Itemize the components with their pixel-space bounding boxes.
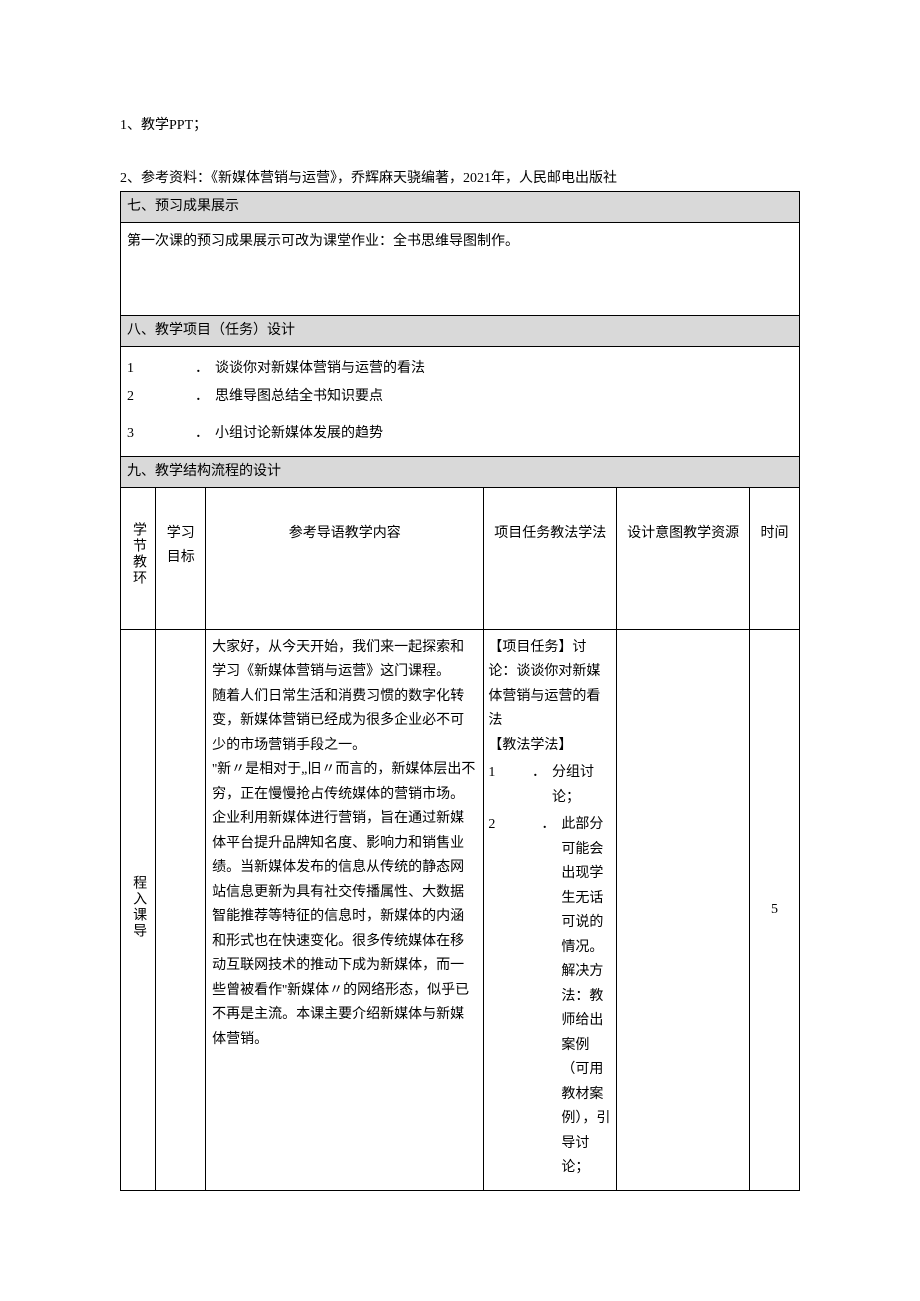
grid-header-method: 项目任务教法学法 [484,487,617,629]
section-8-body: 1 ． 谈谈你对新媒体营销与运营的看法 2 ． 思维导图总结全书知识要点 3 ．… [121,346,800,456]
method-task: 【项目任务】讨论：谈谈你对新媒体营销与运营的看法 [488,636,612,734]
list-text: 分组讨论； [552,761,612,810]
grid-row-method: 【项目任务】讨论：谈谈你对新媒体营销与运营的看法 【教法学法】 1 ． 分组讨论… [484,629,617,1190]
list-dot: ． [139,356,215,381]
list-item: 2 ． 此部分可能会出现学生无话可说的情况。解决方法：教师给出案例（可用教材案例… [488,813,612,1181]
list-item: 2 ． 思维导图总结全书知识要点 [127,384,793,409]
list-dot: ． [500,813,561,1181]
grid-header-time: 时间 [750,487,800,629]
main-table: 七、预习成果展示 第一次课的预习成果展示可改为课堂作业：全书思维导图制作。 八、… [120,191,800,1191]
page-container: 1、教学PPT； 2、参考资料：《新媒体营销与运营》，乔辉麻天骁编著，2021年… [0,0,920,1241]
list-item: 1 ． 谈谈你对新媒体营销与运营的看法 [127,356,793,381]
list-item: 1 ． 分组讨论； [488,761,612,810]
grid-row-goal [156,629,206,1190]
list-text: 此部分可能会出现学生无话可说的情况。解决方法：教师给出案例（可用教材案例），引导… [561,813,612,1181]
list-number: 1 [488,761,498,810]
list-dot: ． [499,761,552,810]
grid-row-content: 大家好，从今天开始，我们来一起探索和学习《新媒体营销与运营》这门课程。随着人们日… [206,629,484,1190]
section-7-header: 七、预习成果展示 [121,192,800,223]
grid-header-content: 参考导语教学内容 [206,487,484,629]
list-text: 小组讨论新媒体发展的趋势 [215,421,383,446]
list-text: 谈谈你对新媒体营销与运营的看法 [215,356,425,381]
grid-header-phase: 学节教环 [121,487,156,629]
list-dot: ． [139,384,215,409]
list-item: 3 ． 小组讨论新媒体发展的趋势 [127,421,793,446]
method-label: 【教法学法】 [488,734,612,759]
list-number: 2 [488,813,500,1181]
section-9-header: 九、教学结构流程的设计 [121,456,800,487]
preamble-line-1: 1、教学PPT； [120,115,800,136]
section-7-body: 第一次课的预习成果展示可改为课堂作业：全书思维导图制作。 [121,223,800,315]
grid-header-goal: 学习目标 [156,487,206,629]
list-text: 思维导图总结全书知识要点 [215,384,383,409]
grid-row-time: 5 [750,629,800,1190]
list-number: 1 [127,356,139,381]
list-dot: ． [139,421,215,446]
section-8-header: 八、教学项目（任务）设计 [121,315,800,346]
grid-header-resource: 设计意图教学资源 [617,487,750,629]
preamble-line-2: 2、参考资料：《新媒体营销与运营》，乔辉麻天骁编著，2021年，人民邮电出版社 [120,168,800,189]
grid-row-resource [617,629,750,1190]
list-number: 3 [127,421,139,446]
list-number: 2 [127,384,139,409]
grid-row-phase: 程入课导 [121,629,156,1190]
